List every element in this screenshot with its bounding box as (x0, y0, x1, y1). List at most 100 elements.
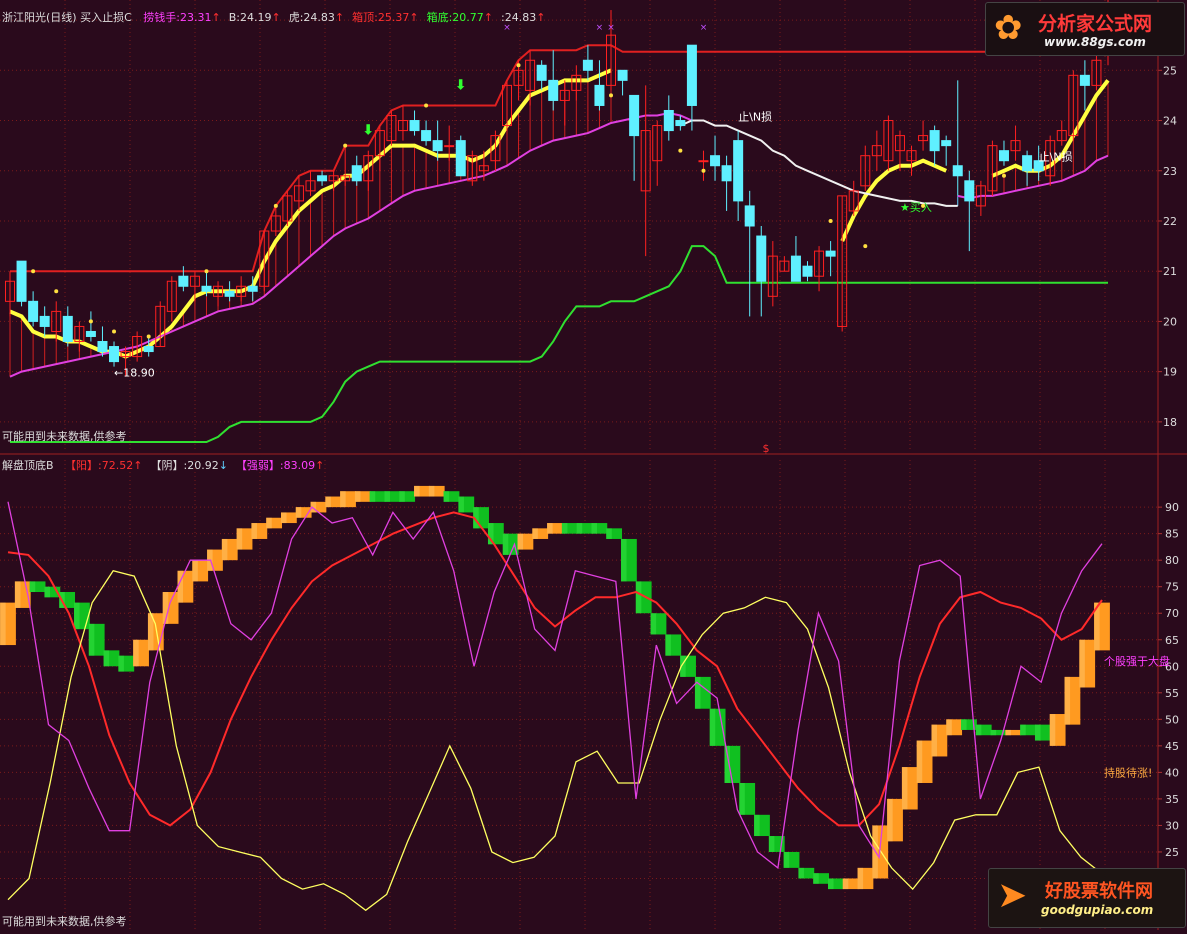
band-bar-highlight (650, 613, 657, 635)
band-bar-highlight (369, 491, 376, 502)
band-bar-highlight (975, 724, 982, 736)
candle-body (675, 120, 686, 127)
y-tick-label: 25 (1163, 64, 1177, 77)
logo-88gs[interactable]: ✿ 分析家公式网 www.88gs.com (985, 2, 1185, 56)
candle-body (698, 160, 709, 163)
future-data-note-bottom: 可能用到未来数据,供参考 (2, 915, 127, 928)
y-tick-label: 25 (1165, 846, 1179, 859)
candle-body (710, 155, 721, 167)
candle-body (582, 59, 593, 71)
arrow-icon: ↑ (536, 11, 546, 24)
band-bar-highlight (399, 491, 405, 502)
y-tick-label: 50 (1165, 713, 1179, 726)
signal-dot (1001, 173, 1006, 178)
y-tick-label: 20 (1163, 315, 1177, 328)
y-tick-label: 30 (1165, 819, 1179, 832)
band-bar-highlight (916, 740, 923, 783)
header-item-value: 83.09 (283, 459, 316, 472)
candle-body (929, 130, 940, 152)
candle-body (941, 140, 952, 147)
band-bar-highlight (221, 538, 228, 561)
arrow-icon: ↑ (483, 11, 494, 24)
candle-body (109, 346, 120, 363)
signal-dot (678, 148, 683, 153)
candles (5, 0, 1113, 377)
marker-x: × (700, 23, 708, 33)
chart-annotation: 止\N损 (738, 110, 772, 124)
candle-body (721, 165, 732, 182)
band-bar-highlight (1005, 729, 1011, 736)
y-tick-label: 23 (1163, 165, 1177, 178)
band-bar-highlight (236, 528, 243, 550)
header-item-label: 箱底: (426, 11, 453, 24)
header-item: 【强弱】:83.09↑ (236, 459, 324, 472)
band-bar-highlight (783, 851, 790, 868)
candle-body (998, 150, 1009, 162)
y-tick-label: 35 (1165, 793, 1179, 806)
y-tick-label: 85 (1165, 528, 1179, 541)
y-tick-label: 65 (1165, 634, 1179, 647)
band-bar-highlight (621, 538, 627, 582)
stock-name: 浙江阳光(日线) (2, 11, 77, 24)
arrow-icon: ↑ (133, 459, 143, 472)
signal-dot (204, 269, 209, 274)
chart-annotation: ★买入 (900, 201, 932, 214)
band-bar-highlight (561, 523, 568, 534)
signal-dot (828, 218, 833, 223)
arrow-icon: ↑ (409, 11, 419, 24)
series-line-箱底 (10, 245, 1108, 443)
indicator-name-2: 解盘顶底B (2, 459, 54, 472)
header-item: 箱底:20.77↑ (427, 11, 493, 24)
logo-url-2: goodgupiao.com (1041, 903, 1154, 917)
header-item-label: 虎: (288, 11, 304, 24)
band-bar-highlight (88, 623, 95, 656)
band-bar-highlight (842, 878, 849, 890)
band-bar-highlight (887, 798, 893, 842)
signal-dot (88, 319, 93, 324)
header-item-label: 【阳】: (65, 459, 102, 472)
y-tick-label: 75 (1165, 581, 1179, 594)
band-bar-highlight (694, 676, 701, 709)
candle-body (351, 165, 362, 182)
y-tick-label: 70 (1165, 607, 1179, 620)
logo-goodgupiao[interactable]: ➤ 好股票软件网 goodgupiao.com (988, 868, 1186, 928)
band-bar-highlight (340, 491, 346, 508)
band-bar-highlight (414, 485, 420, 497)
band-bar-highlight (813, 873, 819, 884)
y-tick-label: 80 (1165, 554, 1179, 567)
band-bar-highlight (1034, 724, 1041, 741)
band-bar-highlight (754, 814, 760, 837)
band-bar-highlight (251, 523, 257, 539)
bottom-panel-header: 解盘顶底B 【阳】:72.52↑ 【阴】:20.92↓ 【强弱】:83.09↑ (2, 457, 324, 473)
candle-body (663, 109, 674, 132)
signal-dot (424, 103, 429, 108)
y-tick-label: 45 (1165, 740, 1179, 753)
candle-body (1022, 155, 1033, 172)
header-item-value: 25.37 (377, 11, 410, 24)
header-item-value: 24.83 (504, 11, 537, 24)
band-bar-highlight (946, 719, 952, 736)
band-bar-highlight (266, 517, 272, 529)
candle-body (143, 346, 154, 353)
arrow-icon: ↑ (334, 11, 345, 24)
signal-dot (863, 244, 868, 249)
candle-body (39, 315, 50, 327)
candle-body (744, 205, 755, 227)
header-item-value: 72.52 (101, 459, 134, 472)
band-bar-highlight (14, 581, 21, 608)
candle-body (1079, 74, 1090, 86)
chart-annotation: ←18.90 (114, 367, 155, 380)
future-data-note-top: 可能用到未来数据,供参考 (2, 430, 127, 443)
band-bar-highlight (739, 782, 745, 815)
candle-body (629, 94, 640, 137)
candle-body (455, 140, 466, 177)
series-line-强弱 (7, 501, 1103, 870)
candle-body (686, 44, 697, 106)
candle-body (964, 180, 975, 202)
header-item-value: 20.92 (187, 459, 219, 472)
signal-dot (112, 329, 117, 334)
header-item-value: 24.19 (239, 11, 272, 24)
marker-x: × (607, 23, 615, 33)
header-item: 箱顶:25.37↑ (352, 11, 418, 24)
band-bar-highlight (44, 586, 50, 598)
